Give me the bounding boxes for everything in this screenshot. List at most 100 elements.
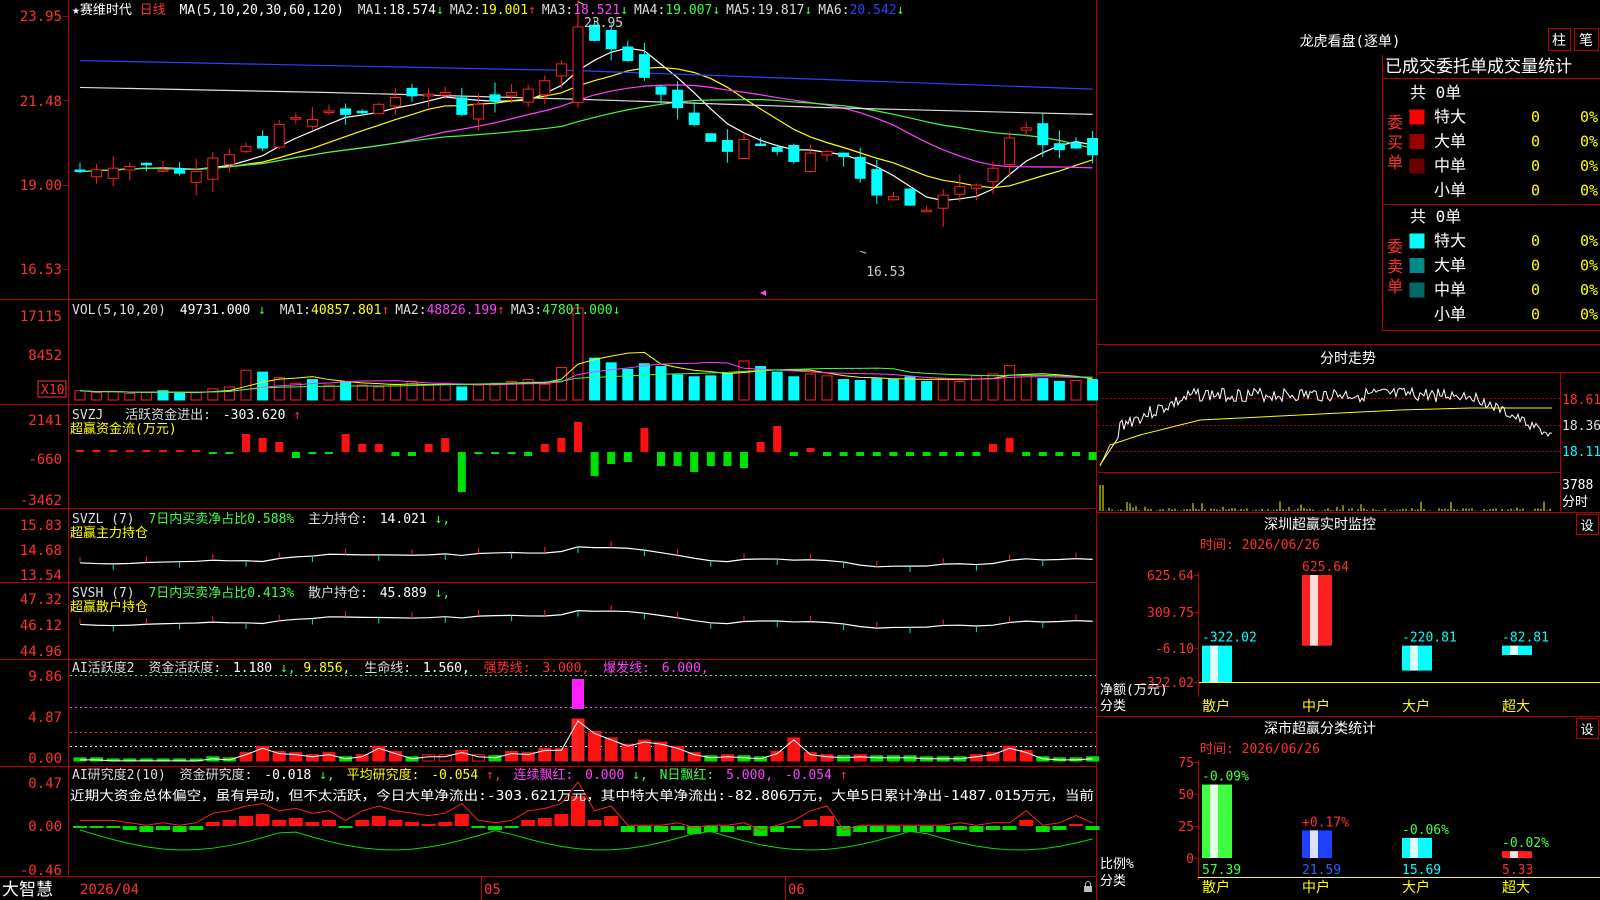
volume-bar [539,383,551,401]
buy-side-label: 委 买 单 [1387,113,1413,172]
lock-icon[interactable] [1084,881,1092,893]
order-count: 0 [1531,157,1540,175]
volume-bar [257,371,269,401]
candle-body [804,152,816,173]
ma-label: MA4: [634,3,665,18]
ai2-bar [89,826,104,828]
category-bar-highlight [1510,851,1518,858]
svzj-bar [1072,452,1080,456]
volume-bar [273,377,285,401]
category-label: 大户 [1402,698,1430,715]
ai2-bar [355,820,370,826]
candle-body [788,144,800,162]
ai1-bar [803,752,817,762]
ai2-bar [454,814,469,826]
volume-bar [489,382,501,401]
svzj-bar [92,450,101,452]
ai2-n-arrow: ↑ [840,768,848,783]
intraday-tick: 18.11 [1562,445,1600,460]
volume-bar [472,384,484,401]
ai2-bar [1019,820,1034,826]
classify-panel[interactable]: 深市超赢分类统计 设 时间: 2026/06/26 75 50 25 0 -0.09%… [1100,718,1600,897]
candle-body [389,97,401,107]
volume-bar [871,378,883,401]
ai2-bar [803,820,818,826]
ma-value: 19.007 [665,3,712,18]
svzl-title: SVZL (7) 7日内买卖净占比0.588% 主力持仓: 14.021 ↓, [72,511,450,527]
candle-body [240,145,252,152]
svzj-value: -303.620 [223,408,286,423]
ai2-bar [836,826,851,836]
scroll-marker-icon[interactable] [760,290,766,296]
ai2-bar [222,820,237,826]
svzl-hold-value: 14.021 [380,512,427,527]
volume-bar [854,379,866,401]
intraday-title: 分时走势 [1320,351,1376,367]
svzj-bar [557,438,566,452]
ai1-bar [422,754,436,762]
category-label: 中户 [1302,879,1330,896]
svzj-bar [607,452,616,464]
svzj-bar [756,442,765,452]
ai2-bar [620,826,635,832]
ai1-bar [322,752,336,762]
volume-bar [954,380,966,401]
ai2-bar [521,820,536,826]
classify-title: 深市超赢分类统计 [1264,720,1376,737]
svzj-bar [242,434,250,452]
svzl-tick: 13.54 [20,568,62,584]
volume-bar [91,392,103,401]
svsh-subtitle: 超赢散户持仓 [70,599,148,615]
svsh-panel[interactable]: 47.32 46.12 44.96 SVSH (7) 7日内买卖净占比0.413… [20,585,1093,660]
ai2-red-label: 连续飘红: [514,767,574,783]
svzj-bar [524,452,533,456]
volume-bar [771,371,783,401]
monitor-settings-label: 设 [1580,519,1593,534]
candle-body [738,139,750,160]
candle-body [107,167,119,179]
ai2-bar [1052,826,1067,830]
ai1-value2: 9.856, [303,661,350,676]
ai1-bar [621,743,635,762]
ai-research-panel[interactable]: 0.47 0.00 -0.46 AI研究度2(10) 资金研究度: -0.018… [20,767,1100,879]
order-size-name: 大单 [1434,132,1466,151]
vol-tick: 17115 [20,309,62,325]
svzj-bar [856,452,865,456]
svzj-bar [258,438,267,452]
category-label: 散户 [1202,698,1230,715]
ma-value: 40857.801 [311,303,381,318]
candle-body [207,157,219,180]
intraday-avg-line [1099,407,1552,467]
monitor-panel[interactable]: 深圳超赢实时监控 设 时间: 2026/06/26 625.64 309.75 -6… [1100,514,1600,716]
ai1-life-label: 生命线: [364,660,411,676]
ai2-n-value: 5.000, [726,768,773,783]
volume-bar [921,380,933,401]
volume-bar [423,384,435,401]
svzj-bar [325,452,333,454]
svzj-panel[interactable]: 2141 -660 -3462 SVZJ 活跃资金进出: -303.620 ↑ … [20,407,1097,509]
app-name: 大智慧 [2,880,53,900]
kline-y-ticks: 23.95 21.48 19.00 16.53 [20,9,62,278]
intraday-panel[interactable]: 分时走势 18.61 18.36 18.11 3788 分时 [1098,351,1600,512]
candle-body [323,110,335,113]
candle-body [522,88,534,103]
candle-body [937,194,949,209]
candle-body [555,63,567,77]
candle-body [1087,137,1099,156]
svzj-bar [1038,452,1047,456]
category-bar-label: +0.17% [1302,815,1349,830]
ai1-tick: 4.87 [28,710,62,726]
category-bar-highlight [1510,645,1518,655]
ai-activity-panel[interactable]: 9.86 4.87 0.00 AI活跃度2 资金活跃度: 1.180 ↓, 9.… [28,660,1100,767]
svzj-bar [441,438,450,452]
ai2-bar [272,820,287,826]
volume-panel[interactable]: 17115 8452 X10 VOL(5,10,20) 49731.000 ↓ … [20,303,1099,401]
svsh-tick: 44.96 [20,644,62,660]
intraday-tick: 18.61 [1562,393,1600,408]
svzl-panel[interactable]: 15.83 14.68 13.54 SVZL (7) 7日内买卖净占比0.588… [20,511,1093,584]
ai2-bar [1035,826,1050,832]
order-count: 0 [1531,281,1540,299]
kline-panel[interactable]: 23.95 21.48 19.00 16.53 23.95 16.53 ★赛维时… [20,0,1099,296]
vol-value: 49731.000 [180,303,250,318]
candle-body [257,136,269,149]
